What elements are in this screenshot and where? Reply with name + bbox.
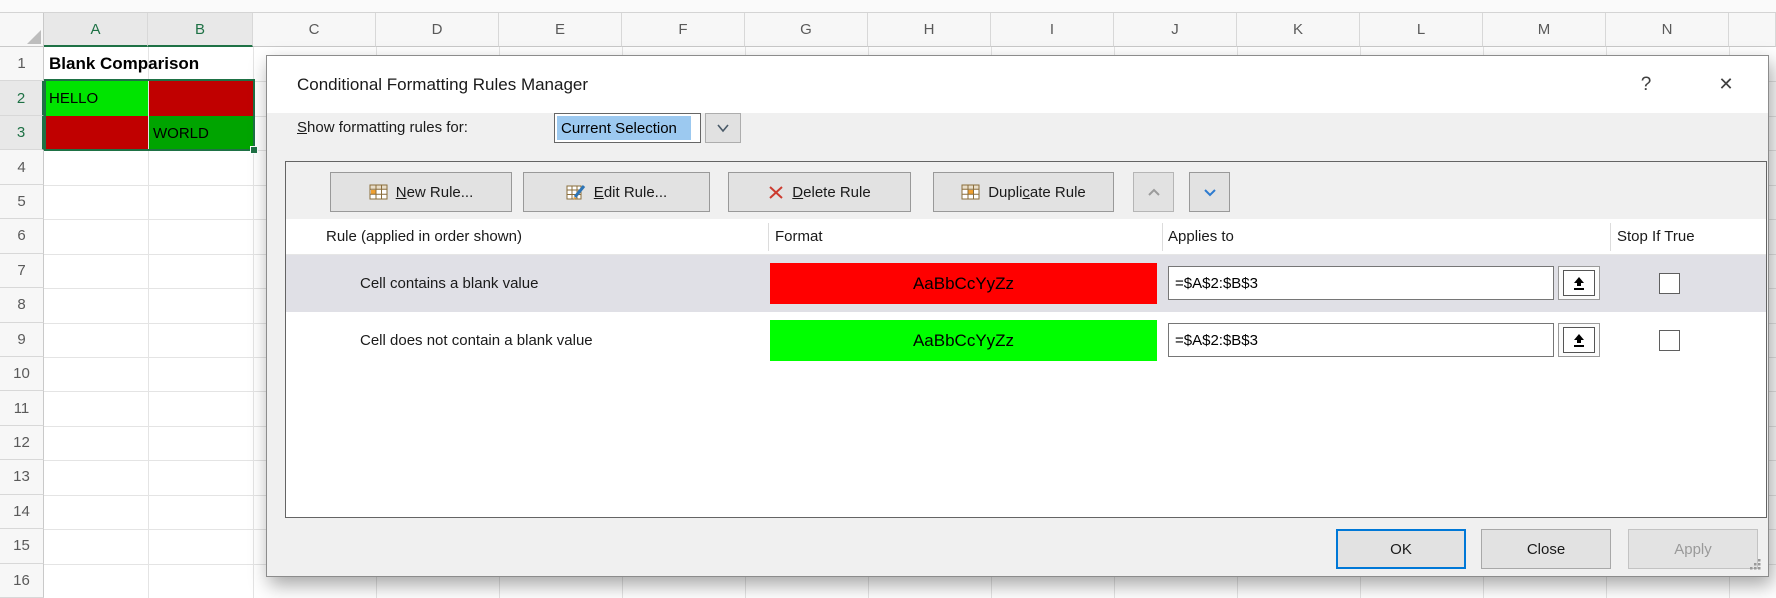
rules-list-header: Rule (applied in order shown) Format App… xyxy=(286,219,1766,255)
column-header-e[interactable]: E xyxy=(499,13,622,47)
delete-x-icon xyxy=(768,185,784,200)
column-header-k[interactable]: K xyxy=(1237,13,1360,47)
select-all-corner[interactable] xyxy=(0,13,44,47)
new-rule-label: New Rule... xyxy=(396,184,474,201)
close-button[interactable]: Close xyxy=(1481,529,1611,569)
column-header-f[interactable]: F xyxy=(622,13,745,47)
dialog-title-bar: Conditional Formatting Rules Manager ? ✕ xyxy=(267,56,1768,113)
rule-name: Cell does not contain a blank value xyxy=(360,312,593,369)
collapse-dialog-icon xyxy=(1571,276,1587,291)
column-header-b[interactable]: B xyxy=(148,13,253,47)
apply-button[interactable]: Apply xyxy=(1628,529,1758,569)
header-divider xyxy=(1610,223,1611,251)
rules-list-box: New Rule... Edit Rule... xyxy=(285,161,1767,518)
applies-to-input[interactable] xyxy=(1168,266,1554,300)
stop-if-true-checkbox[interactable] xyxy=(1659,330,1680,351)
duplicate-rule-button[interactable]: Duplicate Rule xyxy=(933,172,1114,212)
duplicate-table-icon xyxy=(961,184,980,200)
row-header-12[interactable]: 12 xyxy=(0,426,44,460)
column-header-n[interactable]: N xyxy=(1606,13,1729,47)
row-header-3[interactable]: 3 xyxy=(0,116,44,150)
rule-row-blank[interactable]: Cell contains a blank value AaBbCcYyZz xyxy=(286,255,1766,312)
collapse-dialog-icon xyxy=(1571,333,1587,348)
duplicate-rule-label: Duplicate Rule xyxy=(988,184,1086,201)
column-header-partial[interactable] xyxy=(1729,13,1776,47)
resize-grip[interactable] xyxy=(1747,556,1762,571)
header-stop-if-true: Stop If True xyxy=(1617,219,1695,255)
column-header-m[interactable]: M xyxy=(1483,13,1606,47)
row-header-14[interactable]: 14 xyxy=(0,495,44,529)
column-header-g[interactable]: G xyxy=(745,13,868,47)
row-header-10[interactable]: 10 xyxy=(0,357,44,391)
move-rule-down-button[interactable] xyxy=(1189,172,1230,212)
chevron-down-icon xyxy=(1202,186,1218,199)
collapse-dialog-button[interactable] xyxy=(1558,266,1600,300)
help-button[interactable]: ? xyxy=(1631,56,1661,113)
row-header-1[interactable]: 1 xyxy=(0,47,44,81)
row-header-2[interactable]: 2 xyxy=(0,81,44,115)
dialog-title: Conditional Formatting Rules Manager xyxy=(297,56,588,113)
conditional-formatting-rules-manager-dialog: Conditional Formatting Rules Manager ? ✕… xyxy=(266,55,1769,577)
column-header-i[interactable]: I xyxy=(991,13,1114,47)
delete-rule-label: Delete Rule xyxy=(792,184,870,201)
row-header-4[interactable]: 4 xyxy=(0,150,44,184)
header-divider xyxy=(768,223,769,251)
header-rule: Rule (applied in order shown) xyxy=(326,219,522,255)
row-header-8[interactable]: 8 xyxy=(0,288,44,322)
cell-a1[interactable]: Blank Comparison xyxy=(45,47,285,81)
show-rules-accel: S xyxy=(297,119,307,136)
row-header-11[interactable]: 11 xyxy=(0,391,44,425)
formula-bar-edge xyxy=(0,0,1776,13)
row-header-6[interactable]: 6 xyxy=(0,219,44,253)
rule-name: Cell contains a blank value xyxy=(360,255,538,312)
column-header-l[interactable]: L xyxy=(1360,13,1483,47)
ok-button[interactable]: OK xyxy=(1336,529,1466,569)
excel-window: Blank Comparison HELLO WORLD ABCDEFGHIJK… xyxy=(0,0,1776,598)
edit-rule-label: Edit Rule... xyxy=(594,184,667,201)
delete-rule-button[interactable]: Delete Rule xyxy=(728,172,911,212)
row-header-16[interactable]: 16 xyxy=(0,564,44,598)
row-header-5[interactable]: 5 xyxy=(0,185,44,219)
selection-outline xyxy=(44,79,255,151)
column-header-j[interactable]: J xyxy=(1114,13,1237,47)
edit-rule-button[interactable]: Edit Rule... xyxy=(523,172,710,212)
collapse-dialog-button[interactable] xyxy=(1558,323,1600,357)
close-icon[interactable]: ✕ xyxy=(1711,56,1741,113)
row-header-9[interactable]: 9 xyxy=(0,323,44,357)
move-rule-up-button[interactable] xyxy=(1133,172,1174,212)
chevron-up-icon xyxy=(1146,186,1162,199)
row-header-13[interactable]: 13 xyxy=(0,460,44,494)
show-rules-rest: how formatting rules for: xyxy=(307,119,468,136)
column-header-a[interactable]: A xyxy=(44,13,148,47)
format-preview: AaBbCcYyZz xyxy=(770,263,1157,304)
dropdown-chevron-button[interactable] xyxy=(705,113,741,143)
stop-if-true-checkbox[interactable] xyxy=(1659,273,1680,294)
row-header-15[interactable]: 15 xyxy=(0,529,44,563)
edit-table-icon xyxy=(566,184,586,201)
show-rules-label: Show formatting rules for: xyxy=(297,119,468,136)
dropdown-selected-value: Current Selection xyxy=(557,116,691,140)
header-applies-to: Applies to xyxy=(1168,219,1234,255)
fill-handle[interactable] xyxy=(250,146,258,154)
column-header-d[interactable]: D xyxy=(376,13,499,47)
rules-toolbar: New Rule... Edit Rule... xyxy=(286,162,1766,219)
show-rules-dropdown[interactable]: Current Selection xyxy=(554,113,701,143)
column-header-h[interactable]: H xyxy=(868,13,991,47)
row-header-7[interactable]: 7 xyxy=(0,254,44,288)
column-header-c[interactable]: C xyxy=(253,13,376,47)
chevron-down-icon xyxy=(715,121,731,135)
header-format: Format xyxy=(775,219,823,255)
rule-row-not-blank[interactable]: Cell does not contain a blank value AaBb… xyxy=(286,312,1766,369)
applies-to-input[interactable] xyxy=(1168,323,1554,357)
new-rule-button[interactable]: New Rule... xyxy=(330,172,512,212)
format-preview: AaBbCcYyZz xyxy=(770,320,1157,361)
table-icon xyxy=(369,184,388,200)
header-divider xyxy=(1162,223,1163,251)
